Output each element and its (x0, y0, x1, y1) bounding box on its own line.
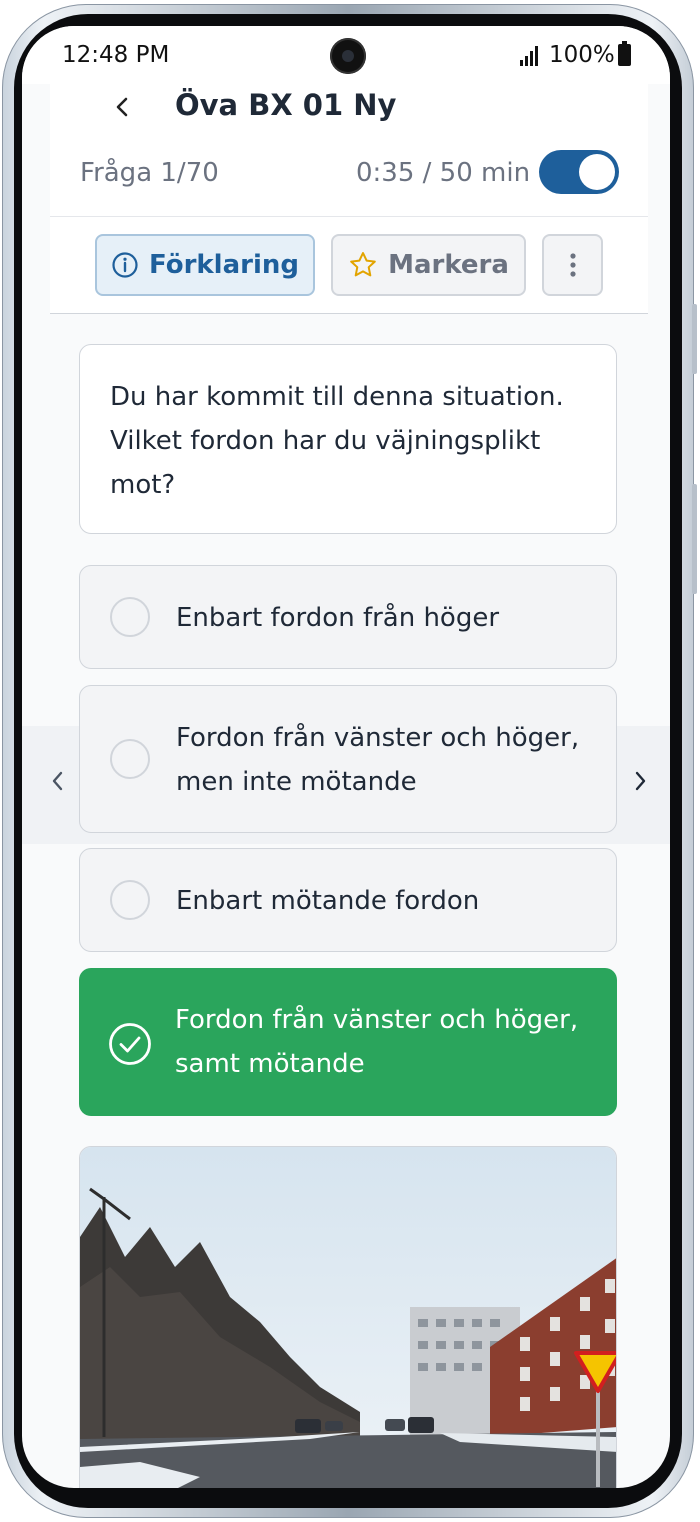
mark-button[interactable]: Markera (331, 234, 526, 296)
question-card: Du har kommit till denna situation. Vilk… (79, 344, 617, 534)
info-icon (112, 252, 138, 278)
star-icon (350, 252, 376, 277)
status-time: 12:48 PM (62, 42, 170, 68)
volume-button (692, 304, 697, 374)
answer-option-3[interactable]: Enbart mötande fordon (79, 848, 617, 952)
status-bar: 12:48 PM 100% (22, 26, 670, 84)
header-border (50, 313, 648, 314)
question-text: Du har kommit till denna situation. Vilk… (110, 382, 564, 500)
answer-text: Enbart mötande fordon (176, 886, 480, 916)
radio-button[interactable] (110, 597, 150, 637)
mark-label: Markera (388, 250, 509, 280)
battery-percent: 100% (549, 42, 615, 68)
signal-icon (520, 46, 538, 66)
answer-option-4-correct[interactable]: Fordon från vänster och höger, samt möta… (79, 968, 617, 1116)
timer: 0:35 / 50 min (356, 158, 531, 188)
explanation-button[interactable]: Förklaring (95, 234, 315, 296)
check-circle-icon (109, 1023, 151, 1065)
more-vertical-icon (569, 253, 576, 277)
front-camera (330, 38, 366, 74)
answer-text: Fordon från vänster och höger, men inte … (176, 723, 580, 797)
street-scene-image (80, 1147, 616, 1488)
answer-option-1[interactable]: Enbart fordon från höger (79, 565, 617, 669)
next-question-button[interactable] (630, 766, 650, 796)
timer-toggle[interactable] (539, 150, 619, 194)
answer-text: Fordon från vänster och höger, samt möta… (175, 1005, 579, 1079)
previous-question-button[interactable] (48, 766, 68, 796)
situation-photo (79, 1146, 617, 1488)
battery-icon (618, 41, 631, 66)
back-button[interactable] (108, 92, 138, 122)
page-title: Öva BX 01 Ny (175, 88, 397, 122)
answer-text: Enbart fordon från höger (176, 603, 500, 633)
divider (50, 216, 648, 217)
radio-button[interactable] (110, 880, 150, 920)
more-options-button[interactable] (542, 234, 603, 296)
question-counter: Fråga 1/70 (80, 158, 219, 188)
answer-option-2[interactable]: Fordon från vänster och höger, men inte … (79, 685, 617, 833)
radio-button[interactable] (110, 739, 150, 779)
screen: 12:48 PM 100% Öva BX 01 Ny Fråga 1/70 0:… (22, 26, 670, 1488)
app-header: Öva BX 01 Ny Fråga 1/70 0:35 / 50 min Fö… (50, 84, 648, 314)
power-button (692, 484, 697, 594)
explanation-label: Förklaring (149, 250, 299, 280)
toggle-knob (579, 154, 615, 190)
